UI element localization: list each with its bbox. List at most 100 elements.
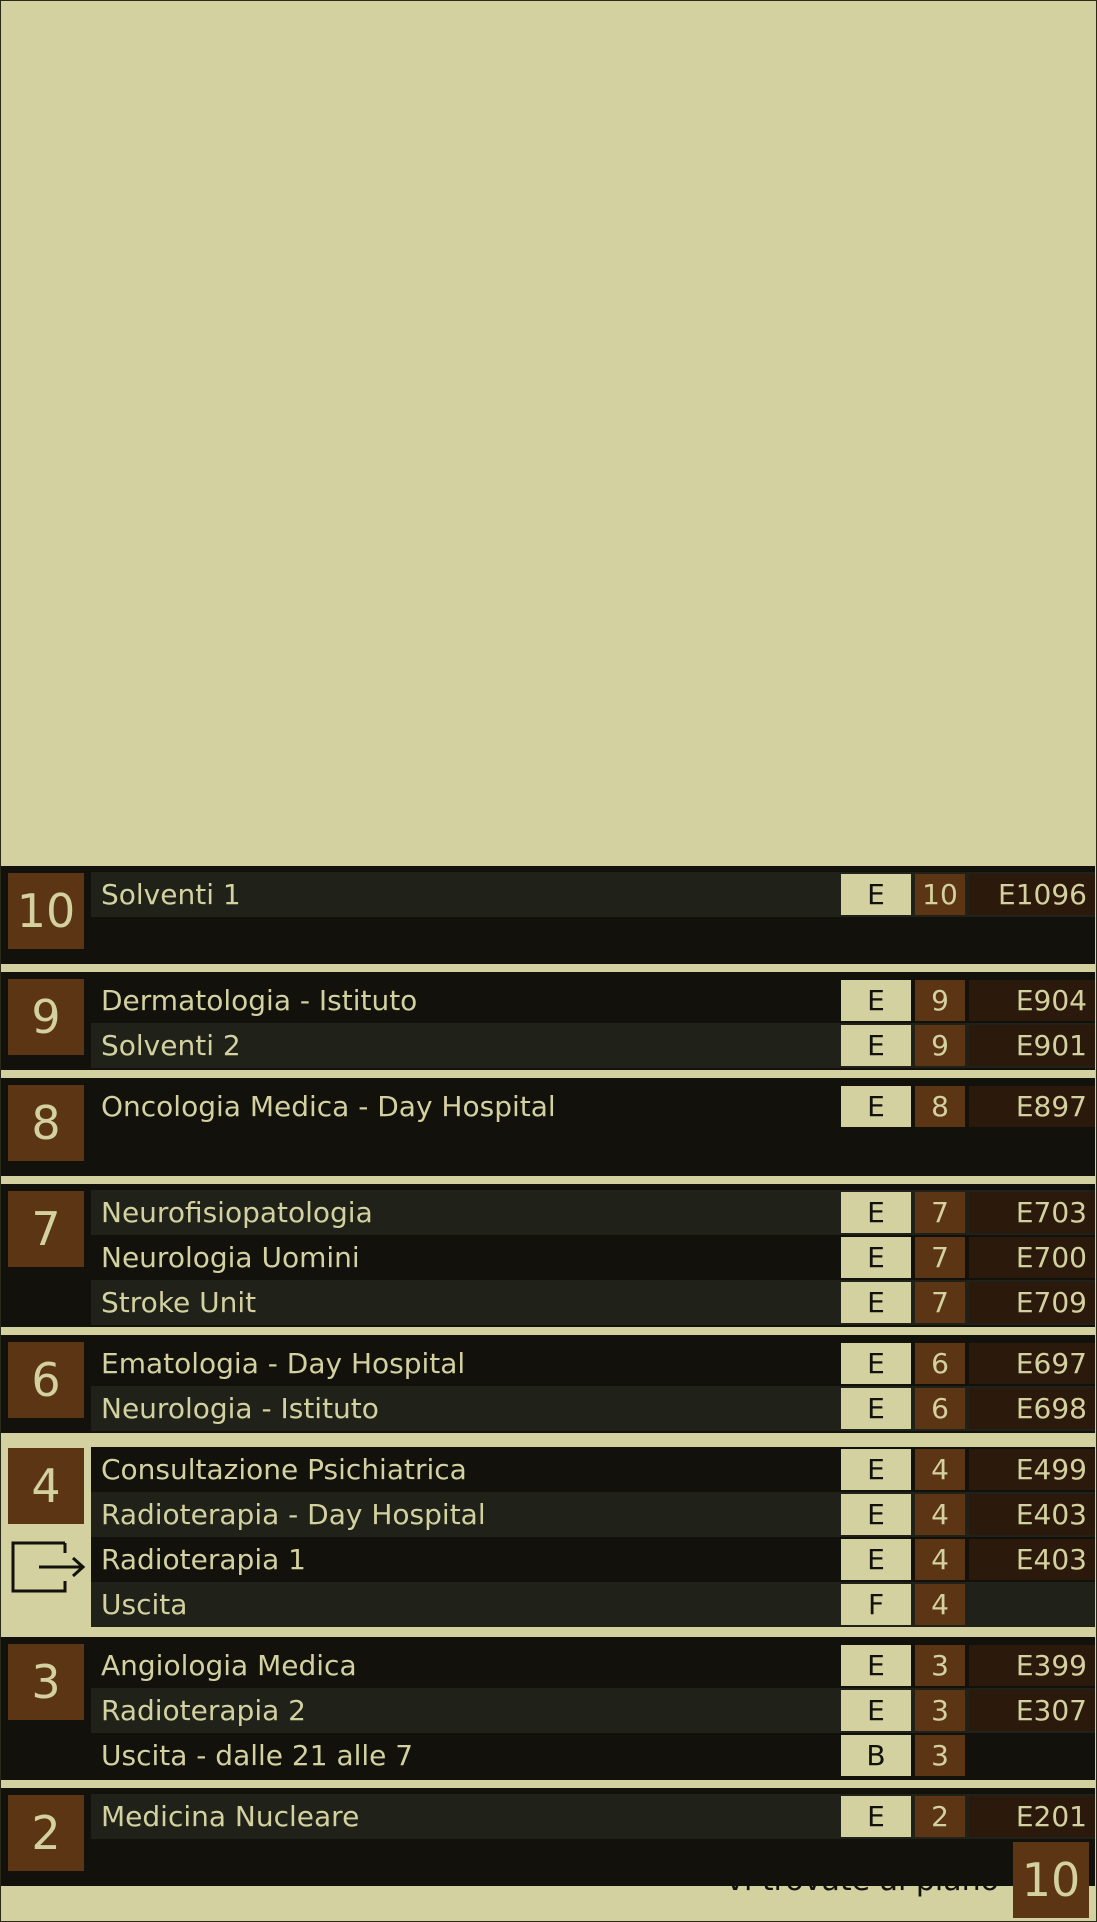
room-cell: E201 [969, 1796, 1095, 1837]
floor-group-9: 9 Dermatologia - Istituto E 9 E904 Solve… [1, 972, 1095, 1070]
department-name: Neurofisiopatologia [101, 1196, 373, 1229]
building-cell: E [841, 980, 911, 1021]
floor-group-7: 7 Neurofisiopatologia E 7 E703 Neurologi… [1, 1184, 1095, 1327]
directory-row[interactable]: Consultazione Psichiatrica E 4 E499 [91, 1447, 1095, 1492]
floor-cell: 4 [915, 1584, 965, 1625]
floor-cell: 10 [915, 874, 965, 915]
directory-row[interactable]: Solventi 1 E 10 E1096 [91, 872, 1095, 917]
building-cell: E [841, 1343, 911, 1384]
floor-group-3: 3 Angiologia Medica E 3 E399 Radioterapi… [1, 1637, 1095, 1780]
room-cell: E904 [969, 980, 1095, 1021]
department-name: Radioterapia 2 [101, 1694, 306, 1727]
directory-row[interactable]: Radioterapia - Day Hospital E 4 E403 [91, 1492, 1095, 1537]
floor-cell: 6 [915, 1388, 965, 1429]
directory-row[interactable]: Uscita - dalle 21 alle 7 B 3 [91, 1733, 1095, 1778]
floor-cell: 8 [915, 1086, 965, 1127]
floor-cell: 3 [915, 1645, 965, 1686]
directory-row[interactable]: Uscita F 4 [91, 1582, 1095, 1627]
room-cell: E697 [969, 1343, 1095, 1384]
floor-badge: 4 [8, 1448, 84, 1524]
empty-row [91, 1129, 1095, 1174]
building-cell: E [841, 1025, 911, 1066]
floor-cell: 2 [915, 1796, 965, 1837]
directory-row[interactable]: Ematologia - Day Hospital E 6 E697 [91, 1341, 1095, 1386]
directory-row[interactable]: Neurofisiopatologia E 7 E703 [91, 1190, 1095, 1235]
directory-row[interactable]: Neurologia - Istituto E 6 E698 [91, 1386, 1095, 1431]
floor-cell: 7 [915, 1237, 965, 1278]
department-name: Radioterapia - Day Hospital [101, 1498, 486, 1531]
building-cell: E [841, 1282, 911, 1323]
building-cell: E [841, 1237, 911, 1278]
directory-row[interactable]: Angiologia Medica E 3 E399 [91, 1643, 1095, 1688]
building-cell: E [841, 1539, 911, 1580]
floor-cell: 6 [915, 1343, 965, 1384]
department-name: Solventi 2 [101, 1029, 241, 1062]
building-cell: E [841, 1494, 911, 1535]
room-cell: E897 [969, 1086, 1095, 1127]
room-cell: E399 [969, 1645, 1095, 1686]
floor-cell: 7 [915, 1192, 965, 1233]
floor-badge: 6 [8, 1342, 84, 1418]
department-name: Uscita - dalle 21 alle 7 [101, 1739, 414, 1772]
room-cell: E700 [969, 1237, 1095, 1278]
floor-group-6: 6 Ematologia - Day Hospital E 6 E697 Neu… [1, 1335, 1095, 1433]
building-cell: E [841, 1388, 911, 1429]
current-floor-indicator: vi trovate al piano 10 [0, 1838, 1097, 1922]
building-cell: E [841, 1086, 911, 1127]
building-cell: B [841, 1735, 911, 1776]
department-name: Consultazione Psichiatrica [101, 1453, 467, 1486]
floor-cell: 7 [915, 1282, 965, 1323]
directory-row[interactable]: Medicina Nucleare E 2 E201 [91, 1794, 1095, 1839]
floor-cell: 4 [915, 1449, 965, 1490]
room-cell: E703 [969, 1192, 1095, 1233]
floor-cell: 3 [915, 1690, 965, 1731]
room-cell: E698 [969, 1388, 1095, 1429]
current-floor-badge: 10 [1013, 1842, 1089, 1918]
room-cell: E307 [969, 1690, 1095, 1731]
room-cell: E709 [969, 1282, 1095, 1323]
department-name: Uscita [101, 1588, 188, 1621]
department-name: Medicina Nucleare [101, 1800, 360, 1833]
building-cell: E [841, 1449, 911, 1490]
room-cell: E1096 [969, 874, 1095, 915]
department-name: Stroke Unit [101, 1286, 257, 1319]
current-floor-label: vi trovate al piano [726, 1862, 999, 1898]
directory-row[interactable]: Dermatologia - Istituto E 9 E904 [91, 978, 1095, 1023]
department-name: Radioterapia 1 [101, 1543, 306, 1576]
department-name: Ematologia - Day Hospital [101, 1347, 466, 1380]
department-name: Oncologia Medica - Day Hospital [101, 1090, 556, 1123]
directory-row[interactable]: Solventi 2 E 9 E901 [91, 1023, 1095, 1068]
directory-row[interactable]: Radioterapia 1 E 4 E403 [91, 1537, 1095, 1582]
directory-row[interactable]: Stroke Unit E 7 E709 [91, 1280, 1095, 1325]
exit-arrow-icon [9, 1537, 89, 1601]
department-name: Dermatologia - Istituto [101, 984, 418, 1017]
department-name: Neurologia - Istituto [101, 1392, 379, 1425]
building-cell: E [841, 1192, 911, 1233]
floor-badge: 9 [8, 979, 84, 1055]
directory-row[interactable]: Oncologia Medica - Day Hospital E 8 E897 [91, 1084, 1095, 1129]
floor-badge: 10 [8, 873, 84, 949]
floor-directory: 10 Solventi 1 E 10 E1096 9 Dermatologia … [1, 866, 1095, 1894]
room-cell [969, 1584, 1095, 1625]
building-cell: F [841, 1584, 911, 1625]
department-name: Neurologia Uomini [101, 1241, 360, 1274]
room-cell: E499 [969, 1449, 1095, 1490]
empty-row [91, 917, 1095, 962]
floor-cell: 4 [915, 1539, 965, 1580]
directory-row[interactable]: Neurologia Uomini E 7 E700 [91, 1235, 1095, 1280]
building-cell: E [841, 1796, 911, 1837]
floor-badge: 7 [8, 1191, 84, 1267]
room-cell: E403 [969, 1494, 1095, 1535]
floor-cell: 9 [915, 980, 965, 1021]
directory-row[interactable]: Radioterapia 2 E 3 E307 [91, 1688, 1095, 1733]
floor-cell: 4 [915, 1494, 965, 1535]
building-cell: E [841, 874, 911, 915]
floor-badge: 3 [8, 1644, 84, 1720]
room-cell: E403 [969, 1539, 1095, 1580]
floor-cell: 9 [915, 1025, 965, 1066]
building-cell: E [841, 1645, 911, 1686]
floor-cell: 3 [915, 1735, 965, 1776]
floor-group-10: 10 Solventi 1 E 10 E1096 [1, 866, 1095, 964]
room-cell: E901 [969, 1025, 1095, 1066]
building-cell: E [841, 1690, 911, 1731]
